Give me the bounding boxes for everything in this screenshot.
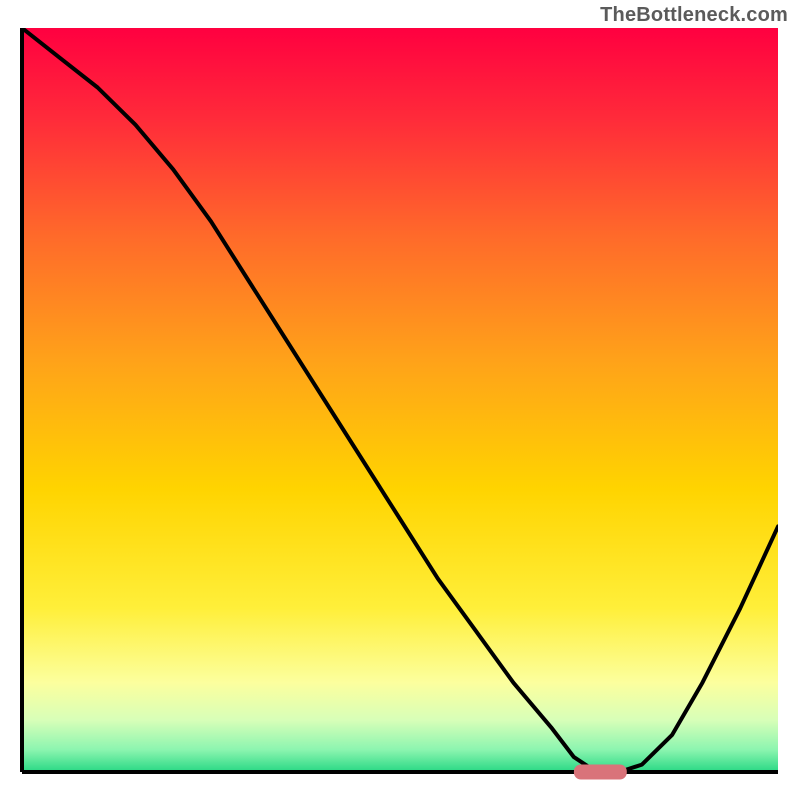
watermark-label: TheBottleneck.com — [600, 4, 788, 27]
optimum-marker — [574, 765, 627, 780]
plot-background — [22, 28, 778, 772]
bottleneck-chart — [0, 0, 800, 800]
